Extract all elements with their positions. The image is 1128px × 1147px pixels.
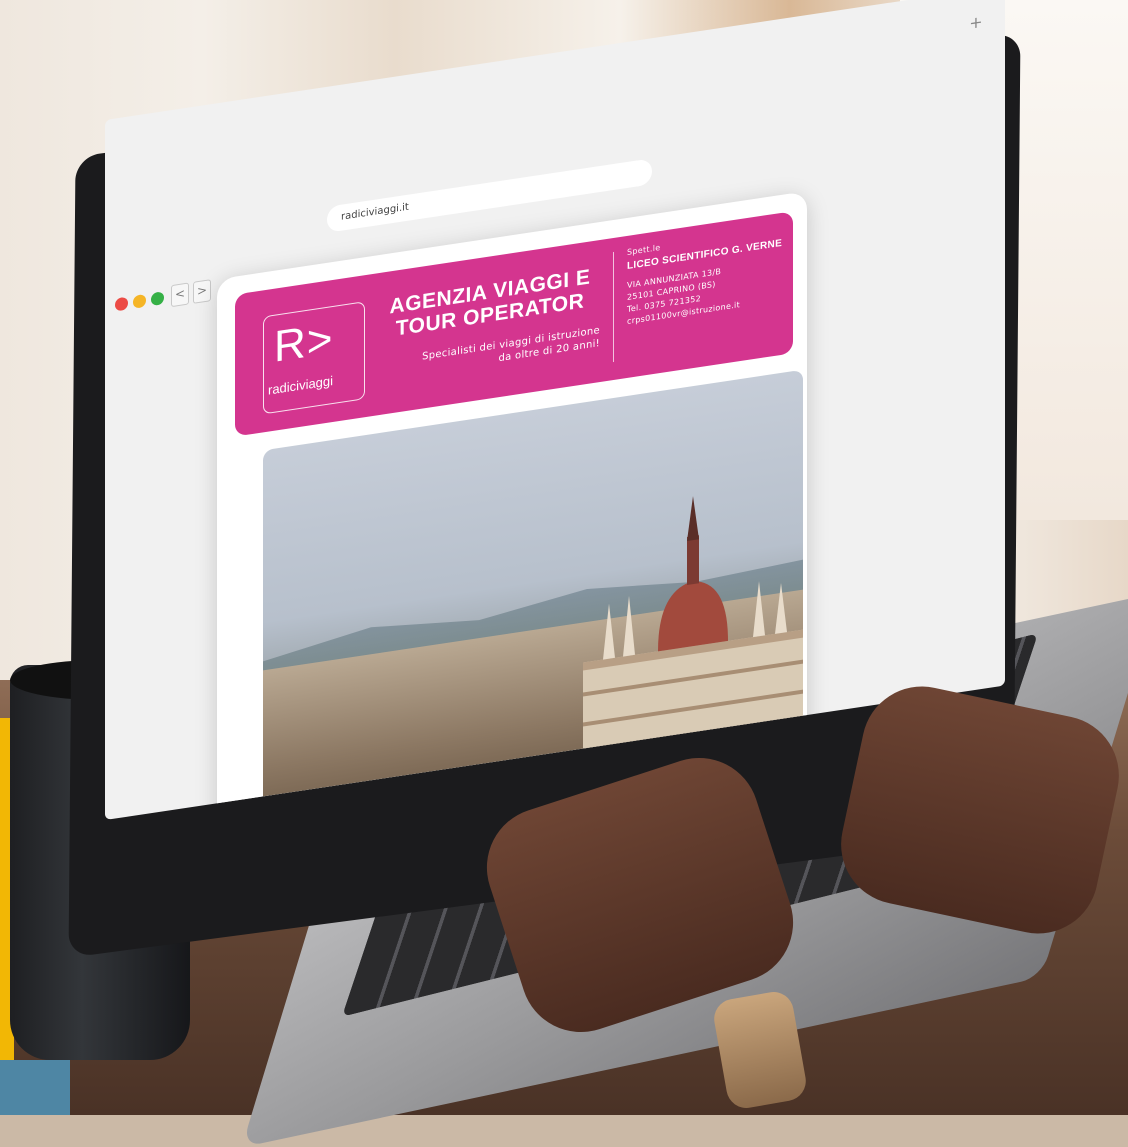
plus-icon[interactable]: + [967, 12, 985, 33]
logo[interactable]: R> radiciviaggi [263, 301, 365, 415]
page-card: R> radiciviaggi AGENZIA VIAGGI E TOUR OP… [217, 191, 807, 821]
chevron-left-icon[interactable]: < [171, 282, 189, 308]
logo-text: radiciviaggi [268, 372, 334, 398]
logo-mark: R> [274, 313, 334, 372]
browser-window: < > radiciviaggi.it + R> radiciviaggi AG… [105, 0, 1005, 821]
banner-divider [613, 251, 614, 363]
window-controls [115, 291, 164, 312]
blue-object [0, 1060, 70, 1115]
navigation-buttons: < > [171, 279, 211, 308]
chevron-right-icon[interactable]: > [193, 279, 211, 304]
minimize-window-button[interactable] [133, 293, 146, 309]
recipient-address: Spett.le LICEO SCIENTIFICO G. VERNE VIA … [627, 224, 787, 328]
maximize-window-button[interactable] [151, 291, 164, 307]
close-window-button[interactable] [115, 296, 128, 312]
